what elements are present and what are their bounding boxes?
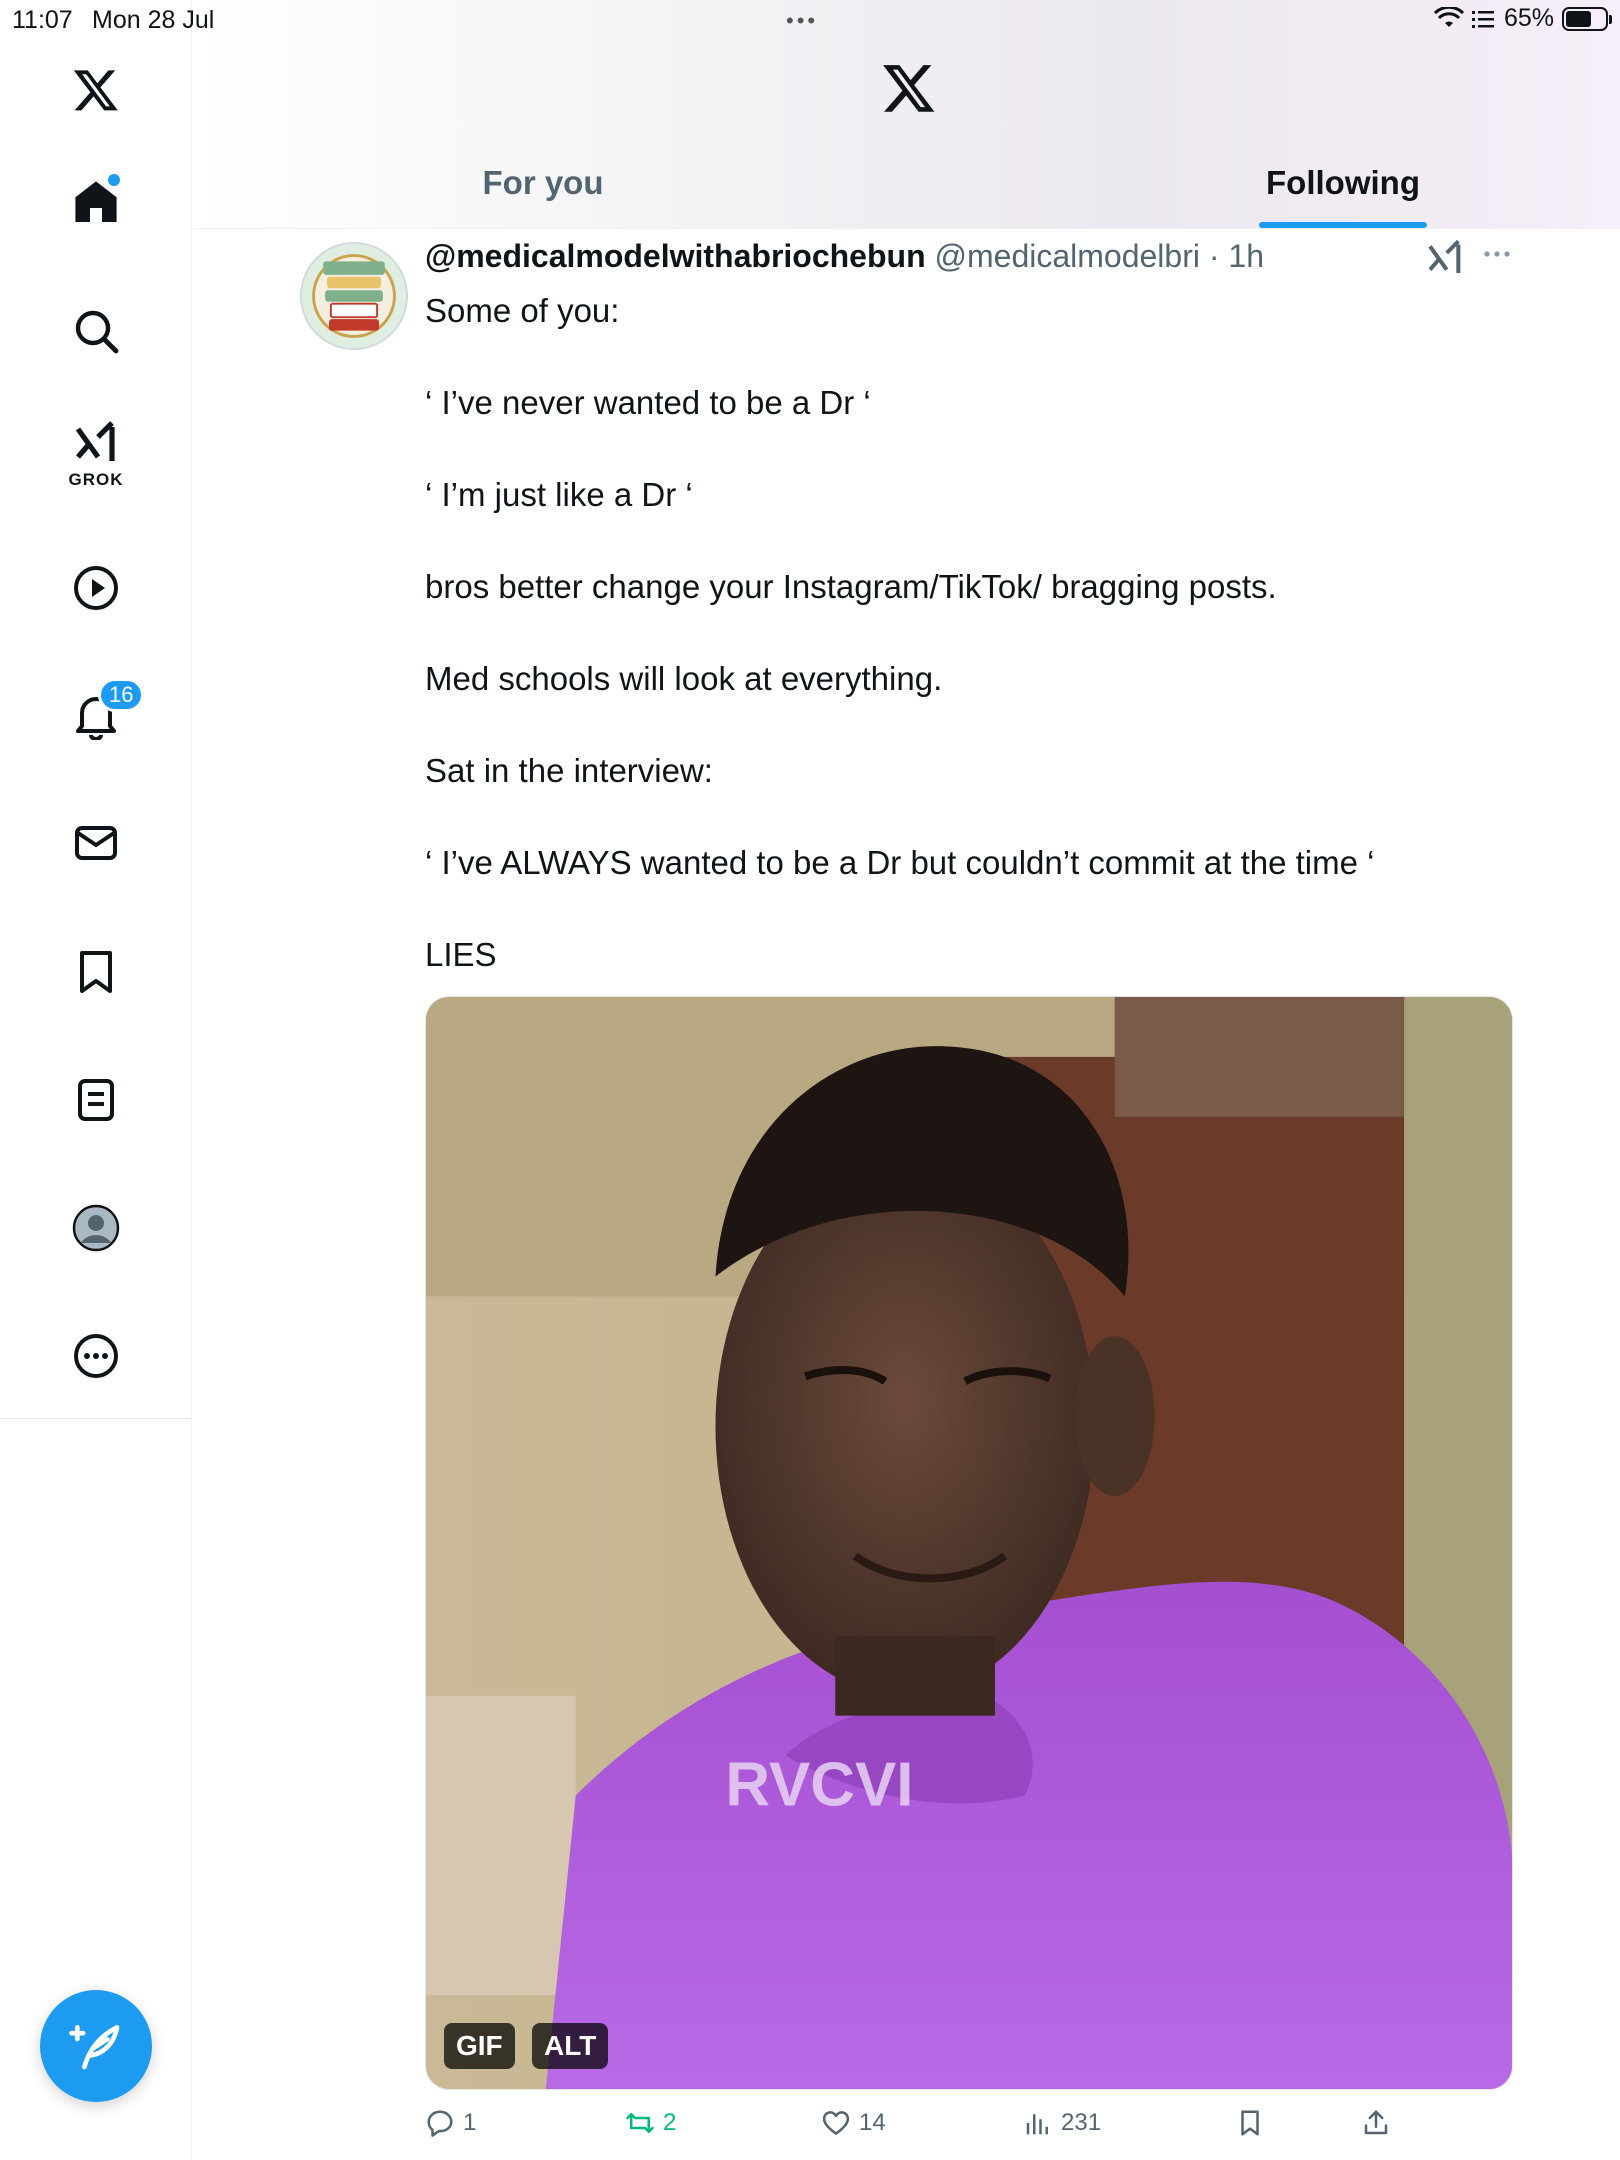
sidebar-item-profile[interactable] — [56, 1188, 136, 1268]
notification-count-badge: 16 — [98, 678, 145, 712]
home-unread-dot — [108, 174, 120, 186]
compose-feather-icon — [69, 2025, 120, 2070]
alt-badge[interactable]: ALT — [532, 2023, 609, 2069]
list-icon — [78, 1079, 114, 1121]
play-icon — [74, 566, 118, 610]
sidebar-item-messages[interactable] — [56, 803, 136, 883]
tab-following[interactable]: Following — [1193, 140, 1493, 228]
heart-icon — [822, 2111, 850, 2135]
shirt-print: RVCVI — [725, 1751, 913, 1820]
tweet-line — [425, 794, 1525, 840]
sidebar: GROK 16 — [0, 0, 192, 2160]
x-logo-link[interactable] — [56, 50, 136, 130]
tweet-header: @medicalmodelwithabriochebun @medicalmod… — [425, 238, 1264, 275]
x-logo-icon[interactable] — [881, 60, 937, 116]
tweet-line — [425, 886, 1525, 932]
gif-frame-image: RVCVI — [426, 997, 1512, 2089]
tweet-line: Sat in the interview: — [425, 752, 713, 789]
sidebar-item-videos[interactable] — [56, 548, 136, 628]
tweet[interactable]: @medicalmodelwithabriochebun @medicalmod… — [193, 230, 1620, 2160]
status-date: Mon 28 Jul — [92, 6, 215, 34]
grok-explain-icon[interactable] — [1425, 238, 1465, 278]
views-button[interactable]: 231 — [1023, 2108, 1101, 2138]
like-count: 14 — [859, 2109, 886, 2136]
search-icon — [75, 310, 119, 354]
battery-percent: 65% — [1503, 4, 1554, 32]
bookmark-button[interactable] — [1235, 2108, 1265, 2138]
author-avatar-image — [302, 244, 406, 348]
status-time: 11:07 — [12, 6, 73, 34]
tweet-actions: 1 2 14 231 — [425, 2108, 1525, 2158]
author-handle[interactable]: @medicalmodelbri — [935, 238, 1200, 274]
gif-badge[interactable]: GIF — [444, 2023, 515, 2069]
tweet-author-avatar[interactable] — [300, 242, 408, 350]
retweet-button[interactable]: 2 — [625, 2108, 676, 2138]
sidebar-item-lists[interactable] — [56, 1060, 136, 1140]
wifi-icon — [1433, 6, 1464, 27]
sidebar-divider — [0, 1418, 192, 1419]
tab-for-you[interactable]: For you — [393, 140, 693, 228]
sidebar-item-grok[interactable]: GROK — [56, 414, 136, 494]
tab-following-label: Following — [1266, 164, 1420, 201]
bookmark-icon — [80, 951, 112, 993]
tab-active-indicator — [1259, 222, 1427, 228]
tweet-line — [425, 334, 1525, 380]
tweet-line: Med schools will look at everything. — [425, 660, 943, 697]
sidebar-item-search[interactable] — [56, 291, 136, 371]
views-chart-icon — [1026, 2114, 1048, 2135]
reply-icon — [427, 2110, 453, 2137]
sidebar-item-more[interactable] — [56, 1316, 136, 1396]
views-count: 231 — [1061, 2109, 1102, 2136]
author-name[interactable]: @medicalmodelwithabriochebun — [425, 238, 926, 274]
retweet-count: 2 — [663, 2109, 677, 2136]
tweet-text: Some of you: ‘ I’ve never wanted to be a… — [425, 288, 1525, 978]
more-icon — [74, 1334, 118, 1378]
reply-button[interactable]: 1 — [425, 2108, 476, 2138]
tweet-line — [425, 702, 1525, 748]
multitasking-dots-icon[interactable]: ••• — [786, 8, 818, 34]
avatar-icon — [72, 1204, 120, 1252]
sidebar-item-notifications[interactable]: 16 — [56, 676, 145, 756]
status-bar: 11:07 Mon 28 Jul ••• 65% — [0, 0, 1620, 40]
like-button[interactable]: 14 — [821, 2108, 886, 2138]
share-button[interactable] — [1361, 2108, 1391, 2138]
tweet-line: ‘ I’m just like a Dr ‘ — [425, 476, 693, 513]
retweet-icon — [626, 2113, 654, 2133]
tweet-media-gif[interactable]: RVCVI GIF ALT — [425, 996, 1513, 2090]
tweet-line: bros better change your Instagram/TikTok… — [425, 568, 1277, 605]
tab-for-you-label: For you — [482, 164, 604, 201]
reply-count: 1 — [463, 2109, 477, 2136]
tweet-line: Some of you: — [425, 292, 620, 329]
sidebar-item-home[interactable] — [56, 162, 136, 242]
sidebar-item-bookmarks[interactable] — [56, 932, 136, 1012]
tweet-line: ‘ I’ve never wanted to be a Dr ‘ — [425, 384, 871, 421]
tweet-more-icon[interactable] — [1475, 236, 1519, 272]
tweet-timestamp[interactable]: · 1h — [1209, 238, 1264, 274]
status-indicators: 65% — [1433, 4, 1612, 33]
bookmark-icon — [1241, 2110, 1259, 2136]
grok-label: GROK — [68, 470, 124, 489]
tweet-line — [425, 426, 1525, 472]
share-icon — [1364, 2110, 1388, 2135]
tweet-line: ‘ I’ve ALWAYS wanted to be a Dr but coul… — [425, 844, 1375, 881]
focus-list-icon — [1471, 10, 1494, 28]
tweet-line: LIES — [425, 936, 497, 973]
battery-icon — [1562, 6, 1612, 31]
x-logo-icon — [73, 70, 118, 111]
tweet-line — [425, 518, 1525, 564]
mail-icon — [75, 826, 117, 860]
grok-icon — [75, 421, 115, 461]
compose-post-button[interactable] — [40, 1990, 152, 2102]
tweet-line — [425, 610, 1525, 656]
